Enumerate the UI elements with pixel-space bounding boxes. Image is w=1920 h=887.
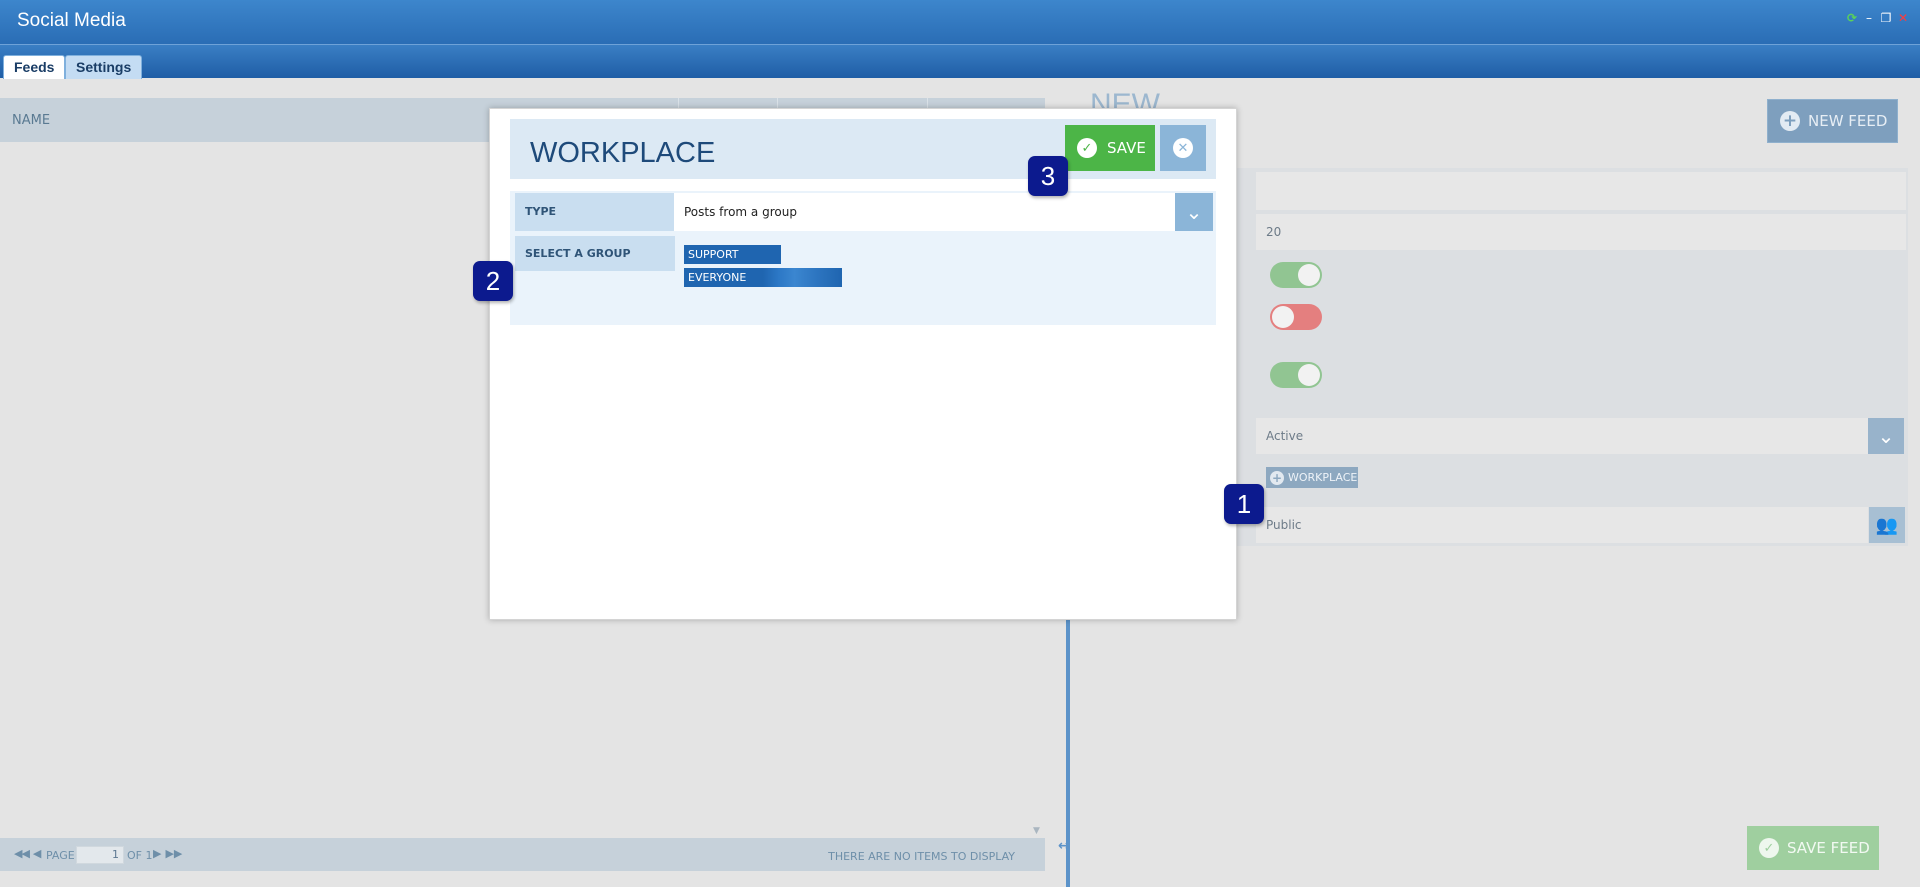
visibility-field[interactable]: Public bbox=[1256, 507, 1868, 543]
callout-badge: 1 bbox=[1224, 484, 1264, 524]
toggle-knob bbox=[1298, 364, 1320, 386]
dialog-title: WORKPLACE bbox=[530, 137, 716, 169]
group-option-support-office[interactable]: SUPPORT OFFICE bbox=[684, 245, 781, 280]
pager-page-label: PAGE bbox=[46, 849, 75, 862]
feed-count-field[interactable]: 20 bbox=[1256, 214, 1906, 250]
plus-icon: + bbox=[1270, 470, 1284, 485]
type-label: TYPE bbox=[515, 193, 675, 231]
toggle-knob bbox=[1298, 264, 1320, 286]
status-dropdown-chevron-icon[interactable]: ⌄ bbox=[1868, 418, 1904, 454]
empty-grid-message: THERE ARE NO ITEMS TO DISPLAY bbox=[828, 850, 1015, 863]
save-feed-label: SAVE FEED bbox=[1787, 839, 1870, 857]
close-icon[interactable]: ✕ bbox=[1896, 11, 1910, 25]
first-page-icon[interactable]: ◀◀ bbox=[14, 847, 30, 860]
save-button[interactable]: ✓ SAVE bbox=[1065, 125, 1155, 171]
visibility-value: Public bbox=[1266, 518, 1302, 532]
next-page-icon[interactable]: ▶ bbox=[153, 847, 161, 860]
pager-next-controls: ▶ ▶▶ bbox=[153, 847, 182, 860]
users-icon[interactable]: 👥 bbox=[1869, 507, 1905, 543]
toggle-knob bbox=[1272, 306, 1294, 328]
type-select[interactable]: Posts from a group bbox=[674, 193, 1178, 231]
group-label: SELECT A GROUP bbox=[515, 236, 675, 271]
dialog-form: TYPE Posts from a group ⌄ SELECT A GROUP… bbox=[510, 191, 1216, 325]
workplace-dialog: WORKPLACE ✓ SAVE ✕ TYPE Posts from a gro… bbox=[489, 108, 1237, 620]
pager: ◀◀ ◀ PAGE 1 OF 1 ▶ ▶▶ THERE ARE NO ITEMS… bbox=[0, 838, 1045, 871]
page-number-input[interactable]: 1 bbox=[76, 846, 124, 864]
pager-of-label: OF 1 bbox=[127, 849, 153, 862]
refresh-icon[interactable]: ⟳ bbox=[1845, 11, 1859, 25]
save-label: SAVE bbox=[1107, 139, 1146, 157]
last-page-icon[interactable]: ▶▶ bbox=[165, 847, 182, 860]
window-title: Social Media bbox=[17, 10, 126, 31]
panel-heading: NEW bbox=[1090, 88, 1160, 110]
callout-badge: 2 bbox=[473, 261, 513, 301]
prev-page-icon[interactable]: ◀ bbox=[33, 847, 42, 860]
check-icon: ✓ bbox=[1077, 138, 1097, 158]
restore-icon[interactable]: ❐ bbox=[1879, 11, 1893, 25]
tab-settings[interactable]: Settings bbox=[65, 55, 143, 79]
close-dialog-button[interactable]: ✕ bbox=[1160, 125, 1206, 171]
pager-prev-controls: ◀◀ ◀ bbox=[14, 847, 42, 860]
new-feed-label: NEW FEED bbox=[1808, 112, 1888, 130]
toggle-switch[interactable] bbox=[1270, 262, 1322, 288]
new-feed-button[interactable]: + NEW FEED bbox=[1767, 99, 1898, 143]
minimize-icon[interactable]: – bbox=[1862, 11, 1876, 25]
add-workplace-label: WORKPLACE bbox=[1288, 471, 1358, 484]
group-option-everyone[interactable]: EVERYONE bbox=[684, 268, 842, 287]
status-value: Active bbox=[1266, 429, 1304, 443]
callout-badge: 3 bbox=[1028, 156, 1068, 196]
tab-bar: Feeds Settings bbox=[0, 44, 1920, 79]
close-icon: ✕ bbox=[1173, 138, 1193, 158]
check-icon: ✓ bbox=[1759, 838, 1779, 858]
tab-feeds[interactable]: Feeds bbox=[3, 55, 66, 79]
toggle-switch[interactable] bbox=[1270, 304, 1322, 330]
resize-handle-icon[interactable]: ↔ bbox=[1058, 838, 1070, 854]
feed-name-field[interactable] bbox=[1256, 172, 1906, 210]
column-header-name[interactable]: NAME bbox=[12, 113, 50, 128]
toggle-switch[interactable] bbox=[1270, 362, 1322, 388]
add-workplace-button[interactable]: + WORKPLACE bbox=[1266, 467, 1358, 488]
scroll-down-arrow-icon[interactable]: ▼ bbox=[1033, 826, 1040, 836]
type-dropdown-chevron-icon[interactable]: ⌄ bbox=[1175, 193, 1213, 231]
title-bar: Social Media ⟳ – ❐ ✕ bbox=[0, 0, 1920, 44]
window-controls: ⟳ – ❐ ✕ bbox=[1845, 11, 1910, 25]
save-feed-button[interactable]: ✓ SAVE FEED bbox=[1747, 826, 1879, 870]
plus-icon: + bbox=[1780, 111, 1800, 131]
status-select[interactable]: Active bbox=[1256, 418, 1868, 454]
feed-count-value: 20 bbox=[1266, 225, 1282, 239]
